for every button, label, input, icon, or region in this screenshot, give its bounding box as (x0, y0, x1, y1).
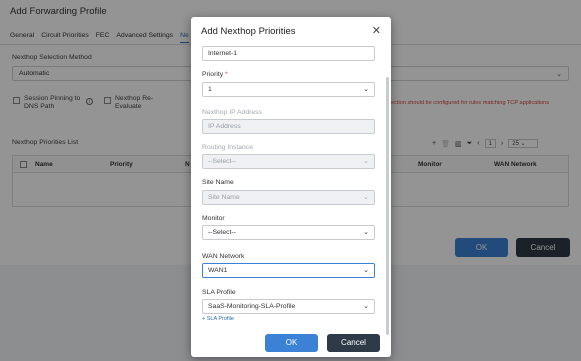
priority-select[interactable]: 1 ⌄ (202, 82, 375, 97)
routing-instance-label: Routing Instance (202, 144, 254, 151)
sla-profile-label: SLA Profile (202, 289, 236, 296)
site-name-label: Site Name (202, 179, 234, 186)
nexthop-ip-placeholder: IP Address (208, 123, 241, 130)
sla-profile-value: SaaS-Monitoring-SLA-Profile (208, 303, 296, 310)
dialog-body: Internet-1 Priority * 1 ⌄ Nexthop IP Add… (191, 41, 391, 323)
dialog-title: Add Nexthop Priorities (201, 26, 296, 37)
sla-profile-select[interactable]: SaaS-Monitoring-SLA-Profile ⌄ (202, 299, 375, 314)
chevron-down-icon: ⌄ (363, 229, 369, 236)
monitor-value: --Select-- (208, 229, 236, 236)
dialog-scrollbar[interactable] (386, 77, 389, 335)
name-value: Internet-1 (208, 50, 238, 57)
nexthop-ip-input[interactable]: IP Address (202, 119, 375, 134)
monitor-label: Monitor (202, 215, 225, 222)
add-nexthop-priorities-dialog: Add Nexthop Priorities ✕ Internet-1 Prio… (191, 17, 391, 357)
site-name-placeholder: Site Name (208, 194, 240, 201)
chevron-down-icon: ⌄ (363, 158, 369, 165)
cancel-button[interactable]: Cancel (327, 334, 380, 352)
nexthop-ip-label: Nexthop IP Address (202, 109, 262, 116)
ok-button[interactable]: OK (265, 334, 318, 352)
wan-network-label: WAN Network (202, 253, 245, 260)
chevron-down-icon: ⌄ (363, 267, 369, 274)
routing-instance-select[interactable]: --Select-- ⌄ (202, 154, 375, 169)
chevron-down-icon: ⌄ (363, 86, 369, 93)
add-sla-profile-link[interactable]: + SLA Profile (202, 316, 234, 322)
routing-instance-value: --Select-- (208, 158, 236, 165)
priority-label: Priority * (202, 71, 228, 78)
name-input[interactable]: Internet-1 (202, 46, 375, 61)
monitor-select[interactable]: --Select-- ⌄ (202, 225, 375, 240)
wan-network-select[interactable]: WAN1 ⌄ (202, 263, 375, 278)
chevron-down-icon: ⌄ (363, 194, 369, 201)
site-name-select[interactable]: Site Name ⌄ (202, 190, 375, 205)
close-icon[interactable]: ✕ (372, 24, 381, 37)
wan-network-value: WAN1 (208, 267, 228, 274)
priority-label-text: Priority (202, 71, 224, 78)
priority-value: 1 (208, 86, 212, 93)
chevron-down-icon: ⌄ (363, 303, 369, 310)
required-marker: * (225, 71, 228, 78)
